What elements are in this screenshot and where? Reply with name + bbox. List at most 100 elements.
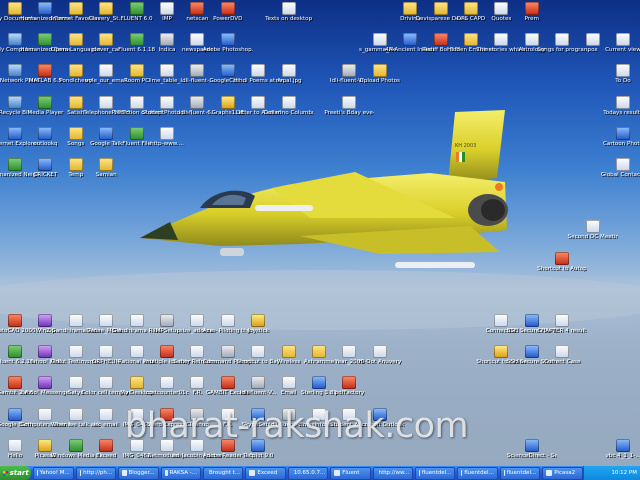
document-icon [616, 158, 630, 171]
desktop-icon[interactable]: vbc 4_1_1-... [598, 438, 640, 466]
document-icon [555, 314, 570, 327]
taskbar-button-label: Exceed [257, 469, 278, 476]
desktop-icon[interactable]: Upload Photos [355, 64, 405, 96]
desktop-icon[interactable]: PowerDVD [203, 2, 253, 34]
desktop-icon-label: Second DC Meeting [567, 234, 618, 241]
taskbar-window-button[interactable]: Exceed [245, 466, 286, 480]
desktop-icon[interactable]: Preeti's Bday eve-speech... [324, 95, 374, 128]
desktop-icon-label: Upload Photos [359, 78, 400, 85]
desktop-icon-label: To Do [615, 78, 631, 85]
taskbar-window-button[interactable]: Picasa2 [542, 466, 583, 480]
taskbar-window-button[interactable]: RAKSA -... [160, 466, 201, 480]
desktop-icon-label: pdfFactory [334, 390, 365, 397]
desktop-icon-label: http-www.... [150, 140, 184, 147]
desktop-icon-label: Current view [605, 47, 640, 54]
desktop-icon[interactable]: Cartoon Photo [598, 126, 640, 159]
window-icon [122, 470, 127, 476]
desktop-icon[interactable]: nepal.jpg [264, 64, 314, 96]
window-icon [419, 470, 420, 476]
desktop-icon-label: Samian [95, 172, 117, 178]
taskbar-button-label: http://ww... [378, 469, 410, 476]
desktop-icon-label: Current Case [543, 359, 581, 366]
taskbar-window-button[interactable]: 10.65.0.7... [287, 466, 329, 480]
desktop-icon[interactable]: Current view [598, 33, 640, 65]
desktop-icon-label: Joystick [247, 328, 269, 334]
folder-icon [372, 64, 387, 78]
desktop-icon[interactable]: Adobe Photoshop... [203, 33, 253, 65]
taskbar-button-label: Yahoo! M... [39, 469, 70, 476]
desktop-icon[interactable]: Prem [507, 2, 557, 34]
taskbar-button-label: fluentdel... [464, 469, 494, 476]
application-icon [524, 2, 539, 15]
aircraft-serial: KH 2003 [455, 143, 476, 149]
fighter-jet: KH 2003 [140, 110, 508, 268]
desktop-icon-label: vbc 4_1_1-... [605, 452, 640, 459]
desktop-icon[interactable]: Second DC Meeting [568, 220, 618, 252]
desktop-icon-label: CHAPTER 4 result.html [537, 328, 587, 334]
desktop-icon-label: PowerDVD [213, 16, 243, 22]
watermark: bharat-rakshak.com [125, 406, 469, 446]
desktop-icon[interactable]: Joystick [233, 314, 283, 346]
document-icon [616, 64, 630, 78]
system-tray: 10:12 PM [582, 466, 640, 480]
taskbar-button-label: Blogger... [128, 469, 155, 476]
windows-logo-icon [2, 470, 8, 476]
window-icon [249, 470, 256, 476]
taskbar-button-label: Fluent [342, 469, 360, 476]
taskbar-button-label: RAKSA -... [169, 469, 197, 476]
desktop-icon[interactable]: ScienceDirect - Search Res... [507, 438, 557, 466]
taskbar-button-label: fluentdel... [506, 469, 537, 476]
window-icon [503, 470, 505, 476]
desktop-icon[interactable]: Current Case [537, 345, 587, 377]
desktop-icon-label: Texts on desktop [265, 16, 313, 22]
desktop-icon[interactable]: Todays results [598, 95, 640, 128]
desktop-icon[interactable]: Texts on desktop [264, 2, 314, 34]
desktop-icon[interactable]: Dollarino Columbus Livic [264, 95, 314, 128]
desktop-icon-label: Hi-Dot Anuvery [358, 359, 402, 366]
document-icon [281, 95, 296, 109]
document-icon [160, 126, 174, 140]
start-label: start [9, 469, 29, 477]
start-button[interactable]: start [0, 466, 32, 480]
taskbar-window-button[interactable]: fluentdel... [415, 466, 456, 480]
application-icon [342, 376, 357, 390]
folder-icon [99, 158, 114, 171]
desktop-icon-label: Cartoon Photo [603, 140, 640, 147]
taskbar-window-button[interactable]: Fluent [330, 466, 371, 480]
desktop-icon[interactable]: Global Contacts [598, 158, 640, 190]
taskbar-button-label: fluentdel... [421, 469, 452, 476]
taskbar-window-button[interactable]: Brought t... [202, 466, 244, 480]
taskbar: start Yahoo! M... http://ph... Blogger... R… [0, 466, 640, 480]
taskbar-window-button[interactable]: fluentdel... [457, 466, 498, 480]
desktop-icon[interactable]: Shortcut to Autopilot25... [537, 251, 587, 284]
desktop-icon[interactable]: Samian [81, 158, 131, 190]
desktop: KH 2003 My DocumentsHumanized Connectio.… [0, 0, 640, 466]
desktop-icon[interactable]: CHAPTER 4 result.html [537, 314, 587, 346]
taskbar-window-button[interactable]: fluentdel... [499, 466, 541, 480]
taskbar-window-button[interactable]: http://ph... [75, 466, 117, 480]
desktop-icon-label: Todays results [603, 109, 640, 116]
desktop-icon[interactable]: http-www.... [142, 126, 192, 159]
desktop-icon-label: Shortcut to Autopilot25... [537, 265, 587, 272]
document-icon [616, 95, 630, 109]
document-icon [281, 2, 296, 15]
desktop-icon[interactable]: pdfFactory [324, 376, 374, 408]
application-icon [220, 2, 235, 15]
document-icon [585, 220, 600, 234]
application-icon [220, 33, 235, 47]
desktop-icon[interactable]: Hi-Dot Anuvery [355, 345, 405, 377]
taskbar-window-button[interactable]: Yahoo! M... [33, 466, 74, 480]
desktop-icon[interactable]: To Do [598, 64, 640, 96]
document-icon [342, 95, 357, 109]
desktop-icon-label: Adobe Photoshop... [202, 47, 253, 54]
desktop-icon-label: nepal.jpg [275, 78, 302, 85]
taskbar-window-button[interactable]: http://ww... [372, 466, 413, 480]
clock[interactable]: 10:12 PM [611, 470, 637, 476]
application-icon [555, 251, 570, 265]
application-icon [616, 126, 630, 140]
document-icon [372, 345, 387, 359]
application-icon [616, 438, 630, 452]
taskbar-window-button[interactable]: Blogger... [118, 466, 159, 480]
desktop-icon-label: Global Contacts [600, 172, 640, 178]
desktop-icon-label: Preeti's Bday eve-speech... [324, 109, 374, 116]
